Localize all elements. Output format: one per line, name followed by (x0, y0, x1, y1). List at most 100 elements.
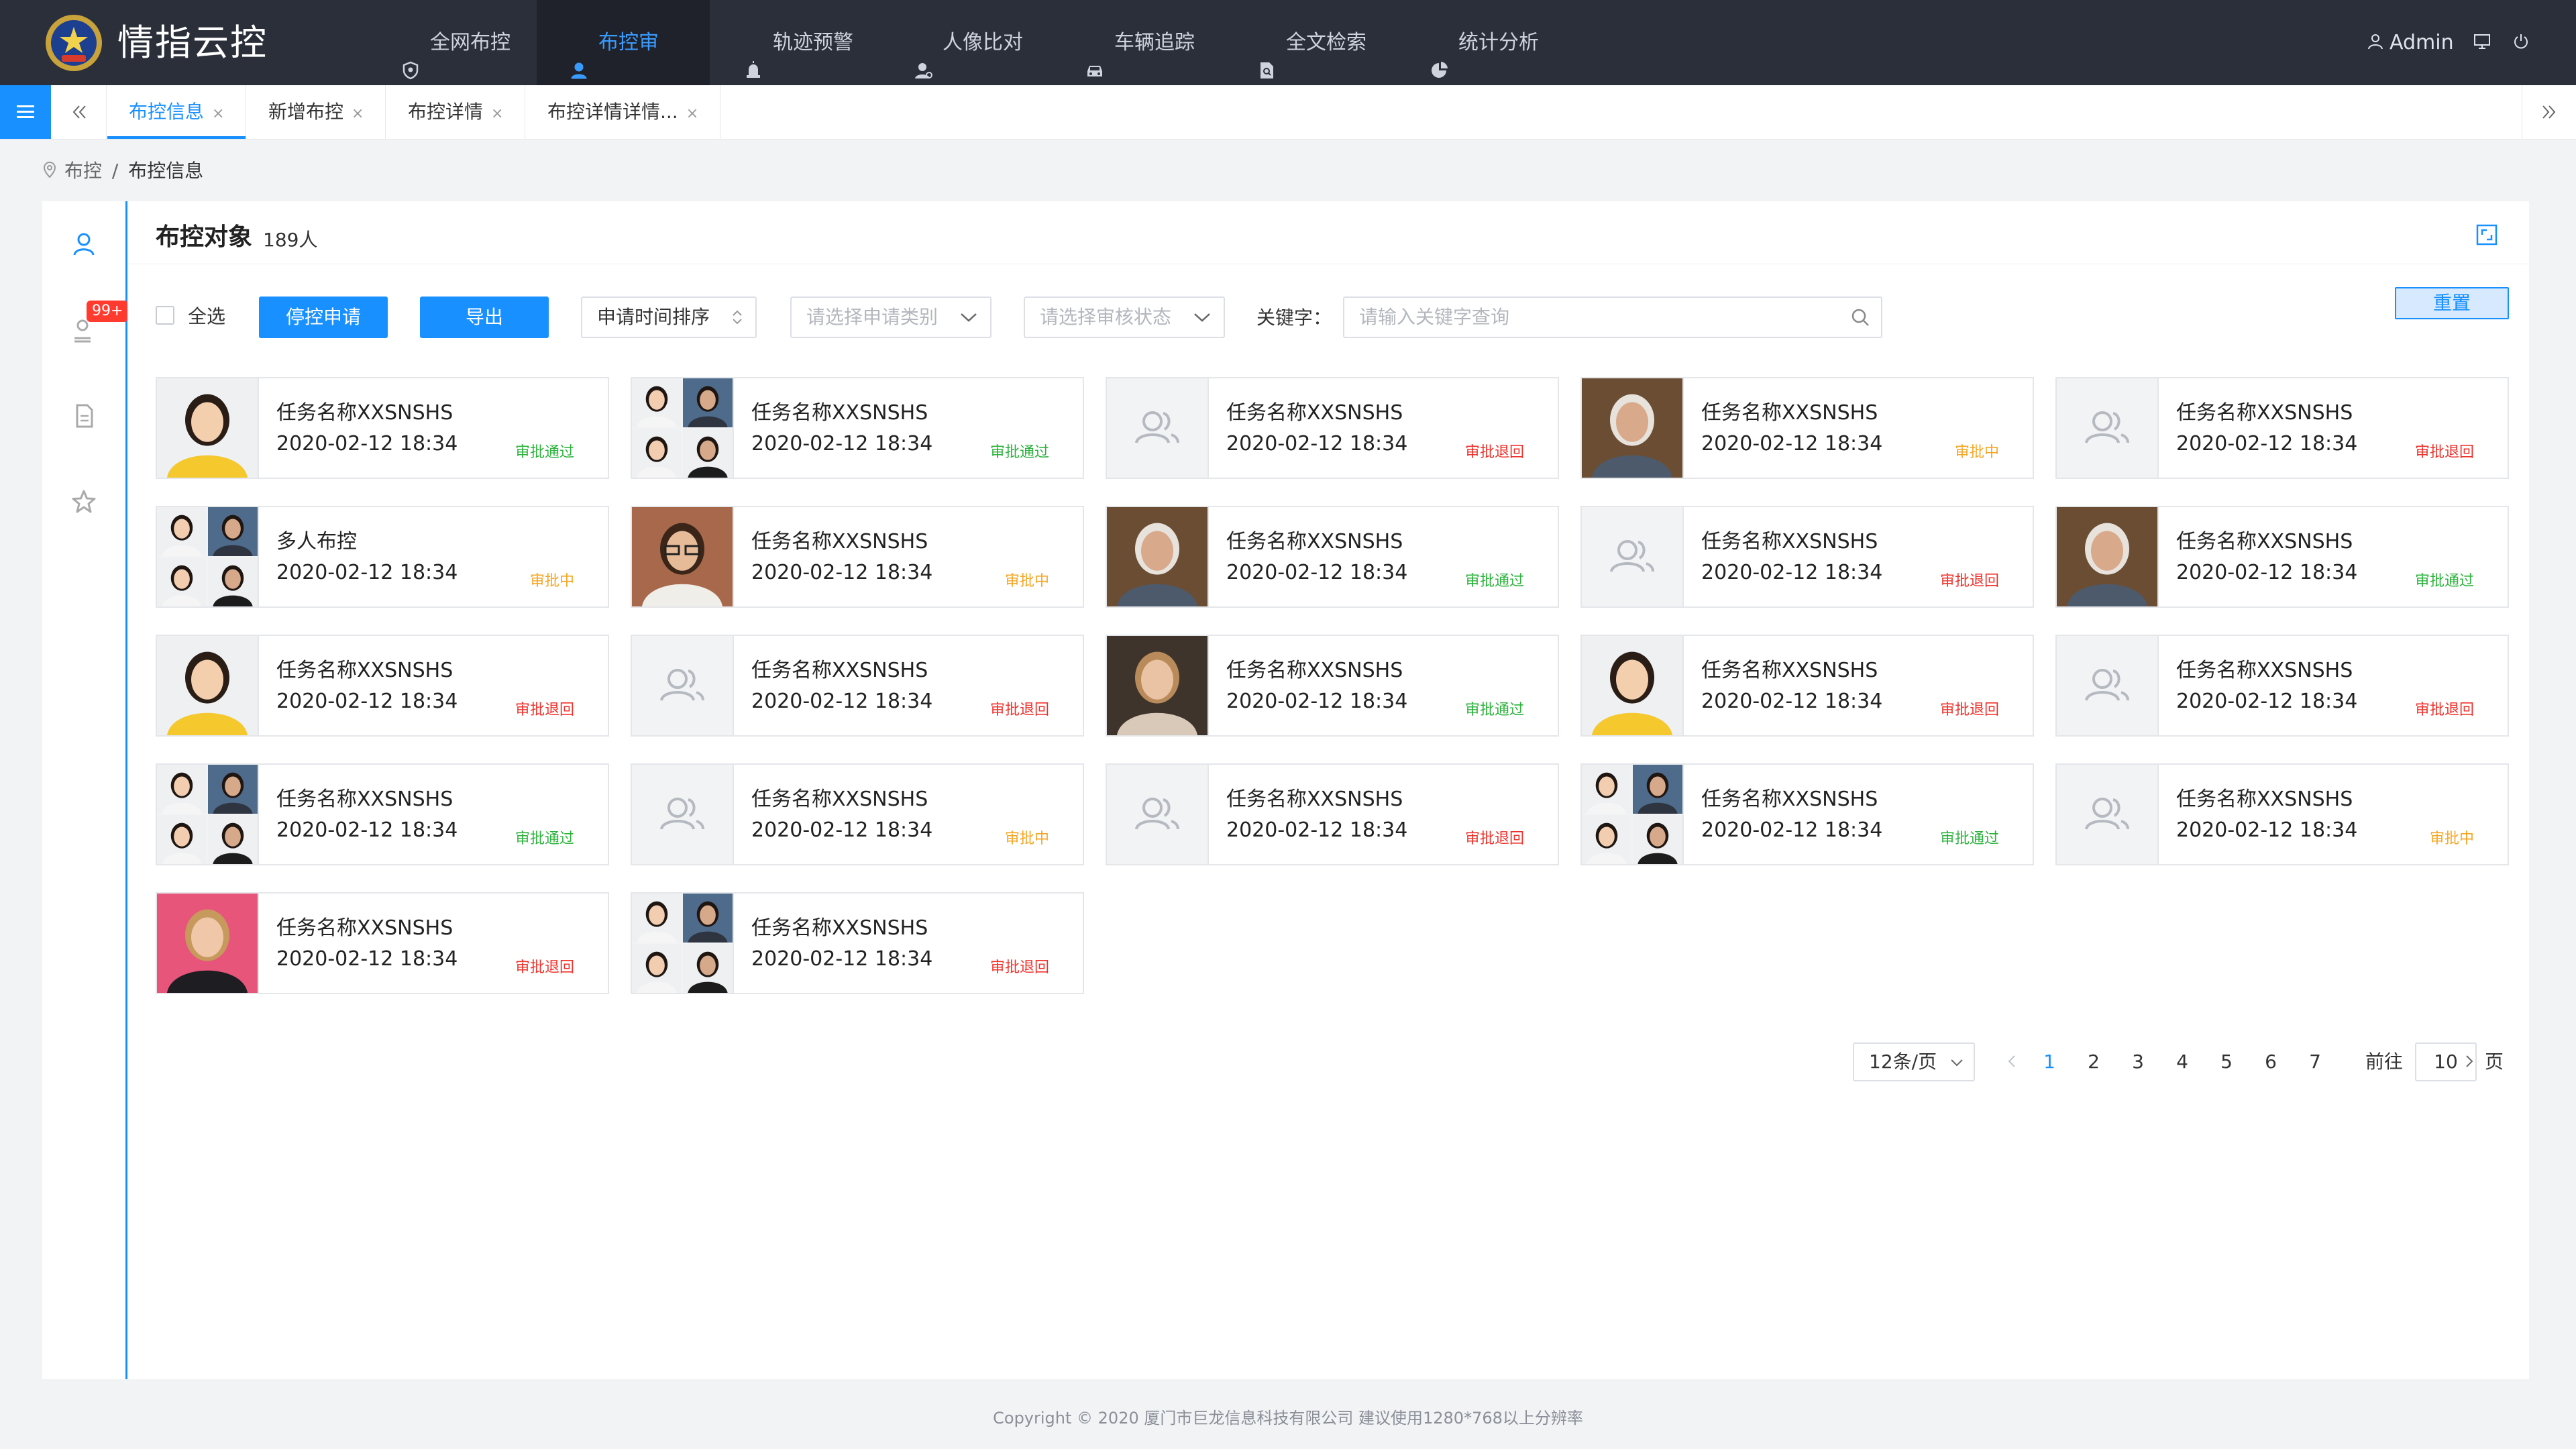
nav-item-fulltext-search[interactable]: 全文检索 (1256, 0, 1399, 85)
select-all-checkbox[interactable] (156, 306, 174, 325)
control-card[interactable]: 多人布控 2020-02-12 18:34 审批中 (156, 506, 609, 608)
control-card[interactable]: 任务名称XXSNSHS 2020-02-12 18:34 审批退回 (156, 635, 609, 737)
shield-icon (400, 32, 421, 79)
nav-item-portrait-compare[interactable]: 人像比对 (913, 0, 1055, 85)
portrait-icon (913, 32, 933, 78)
user-icon (569, 32, 589, 78)
control-card[interactable]: 任务名称XXSNSHS 2020-02-12 18:34 审批退回 (1580, 506, 2034, 608)
breadcrumb-parent[interactable]: 布控 (64, 160, 102, 182)
screen-button[interactable] (2473, 0, 2491, 85)
chevron-down-icon (1193, 298, 1212, 337)
page-number[interactable]: 2 (2077, 1042, 2110, 1081)
card-status: 审批退回 (515, 959, 574, 976)
control-card[interactable]: 任务名称XXSNSHS 2020-02-12 18:34 审批中 (1580, 377, 2034, 479)
keyword-search-input[interactable]: 请输入关键字查询 (1343, 297, 1882, 338)
search-icon[interactable] (1850, 307, 1870, 327)
status-select[interactable]: 请选择审核状态 (1024, 297, 1225, 338)
page-number[interactable]: 3 (2121, 1042, 2155, 1081)
card-time: 2020-02-12 18:34 (276, 947, 458, 971)
page-number[interactable]: 7 (2298, 1042, 2332, 1081)
document-icon (76, 404, 93, 428)
tab-control-detail-detail[interactable]: 布控详情详情... × (526, 85, 721, 139)
tab-scroll-right-button[interactable] (2522, 85, 2576, 139)
fullscreen-icon[interactable] (2475, 223, 2498, 246)
card-status: 审批通过 (1464, 702, 1524, 718)
tab-control-info[interactable]: 布控信息 × (107, 85, 247, 139)
card-status: 审批退回 (2414, 444, 2474, 461)
page-size-select[interactable]: 12条/页 (1853, 1042, 1975, 1081)
card-title: 任务名称XXSNSHS (2176, 788, 2353, 811)
user-outline-icon (2368, 34, 2383, 49)
tab-scroll-left-button[interactable] (52, 85, 107, 139)
rail-item-documents[interactable] (42, 373, 125, 459)
control-card[interactable]: 任务名称XXSNSHS 2020-02-12 18:34 审批通过 (1106, 635, 1559, 737)
control-card[interactable]: 任务名称XXSNSHS 2020-02-12 18:34 审批通过 (631, 377, 1084, 479)
control-card[interactable]: 任务名称XXSNSHS 2020-02-12 18:34 审批中 (631, 506, 1084, 608)
control-card[interactable]: 任务名称XXSNSHS 2020-02-12 18:34 审批中 (2055, 763, 2509, 865)
tab-label: 新增布控 (268, 101, 344, 123)
nav-item-statistics[interactable]: 统计分析 (1429, 0, 1571, 85)
nav-item-vehicle-tracking[interactable]: 车辆追踪 (1085, 0, 1227, 85)
control-card[interactable]: 任务名称XXSNSHS 2020-02-12 18:34 审批通过 (1580, 763, 2034, 865)
control-card[interactable]: 任务名称XXSNSHS 2020-02-12 18:34 审批退回 (631, 892, 1084, 994)
person-placeholder-icon (2085, 669, 2129, 701)
card-thumbnail (1582, 507, 1684, 606)
close-icon[interactable]: × (491, 105, 503, 122)
goto-page-input[interactable]: 10 (2415, 1042, 2477, 1081)
person-placeholder-icon (1135, 798, 1179, 830)
pie-chart-icon (1429, 32, 1449, 78)
nav-item-network-control[interactable]: 全网布控 (400, 0, 543, 85)
control-card[interactable]: 任务名称XXSNSHS 2020-02-12 18:34 审批退回 (631, 635, 1084, 737)
person-photo (1107, 507, 1208, 606)
page-number[interactable]: 6 (2254, 1042, 2288, 1081)
control-card[interactable]: 任务名称XXSNSHS 2020-02-12 18:34 审批通过 (2055, 506, 2509, 608)
close-icon[interactable]: × (212, 105, 224, 122)
top-navbar: 情指云控 全网布控 布控审批 轨迹预警 人像比对 车辆追踪 全文检索 统计分析 (0, 0, 2576, 140)
card-status: 审批退回 (1464, 444, 1524, 461)
menu-toggle-button[interactable] (0, 85, 51, 139)
rail-item-person[interactable] (42, 201, 125, 287)
control-card[interactable]: 任务名称XXSNSHS 2020-02-12 18:34 审批退回 (1580, 635, 2034, 737)
control-card[interactable]: 任务名称XXSNSHS 2020-02-12 18:34 审批退回 (156, 892, 609, 994)
card-title: 任务名称XXSNSHS (1226, 530, 1403, 553)
control-card[interactable]: 任务名称XXSNSHS 2020-02-12 18:34 审批通过 (156, 763, 609, 865)
rail-item-favorites[interactable] (42, 459, 125, 545)
person-photo (157, 894, 258, 993)
control-card[interactable]: 任务名称XXSNSHS 2020-02-12 18:34 审批中 (631, 763, 1084, 865)
control-card[interactable]: 任务名称XXSNSHS 2020-02-12 18:34 审批退回 (1106, 763, 1559, 865)
close-icon[interactable]: × (686, 105, 698, 122)
card-time: 2020-02-12 18:34 (751, 947, 933, 971)
prev-page-button[interactable] (1995, 1042, 2029, 1081)
control-card[interactable]: 任务名称XXSNSHS 2020-02-12 18:34 审批退回 (1106, 377, 1559, 479)
control-card[interactable]: 任务名称XXSNSHS 2020-02-12 18:34 审批退回 (2055, 377, 2509, 479)
stop-apply-button[interactable]: 停控申请 (259, 297, 388, 338)
user-menu[interactable]: Admin (2367, 0, 2454, 85)
control-card[interactable]: 任务名称XXSNSHS 2020-02-12 18:34 审批通过 (1106, 506, 1559, 608)
card-thumbnail (157, 636, 259, 735)
nav-item-label: 全文检索 (1286, 31, 1366, 54)
person-photo (157, 636, 258, 735)
close-icon[interactable]: × (352, 105, 364, 122)
card-thumbnail (1582, 378, 1684, 478)
control-card[interactable]: 任务名称XXSNSHS 2020-02-12 18:34 审批通过 (156, 377, 609, 479)
type-select[interactable]: 请选择申请类别 (790, 297, 991, 338)
card-status: 审批中 (1004, 830, 1049, 847)
reset-button[interactable]: 重置 (2395, 287, 2509, 319)
nav-item-control-approval[interactable]: 布控审批 (537, 0, 710, 140)
card-thumbnail (157, 894, 259, 993)
tab-control-detail[interactable]: 布控详情 × (386, 85, 526, 139)
app-brand-title: 情指云控 (117, 21, 268, 64)
page-number[interactable]: 1 (2033, 1042, 2066, 1081)
logout-button[interactable] (2512, 0, 2530, 85)
page-number[interactable]: 4 (2165, 1042, 2199, 1081)
control-card[interactable]: 任务名称XXSNSHS 2020-02-12 18:34 审批退回 (2055, 635, 2509, 737)
person-photo (632, 894, 733, 993)
card-title: 多人布控 (276, 530, 357, 553)
sort-select[interactable]: 申请时间排序 (581, 297, 757, 338)
card-status: 审批中 (1004, 573, 1049, 590)
nav-item-track-alert[interactable]: 轨迹预警 (743, 0, 885, 85)
card-title: 任务名称XXSNSHS (751, 916, 928, 940)
tab-add-control[interactable]: 新增布控 × (247, 85, 386, 139)
page-number[interactable]: 5 (2210, 1042, 2243, 1081)
export-button[interactable]: 导出 (420, 297, 549, 338)
